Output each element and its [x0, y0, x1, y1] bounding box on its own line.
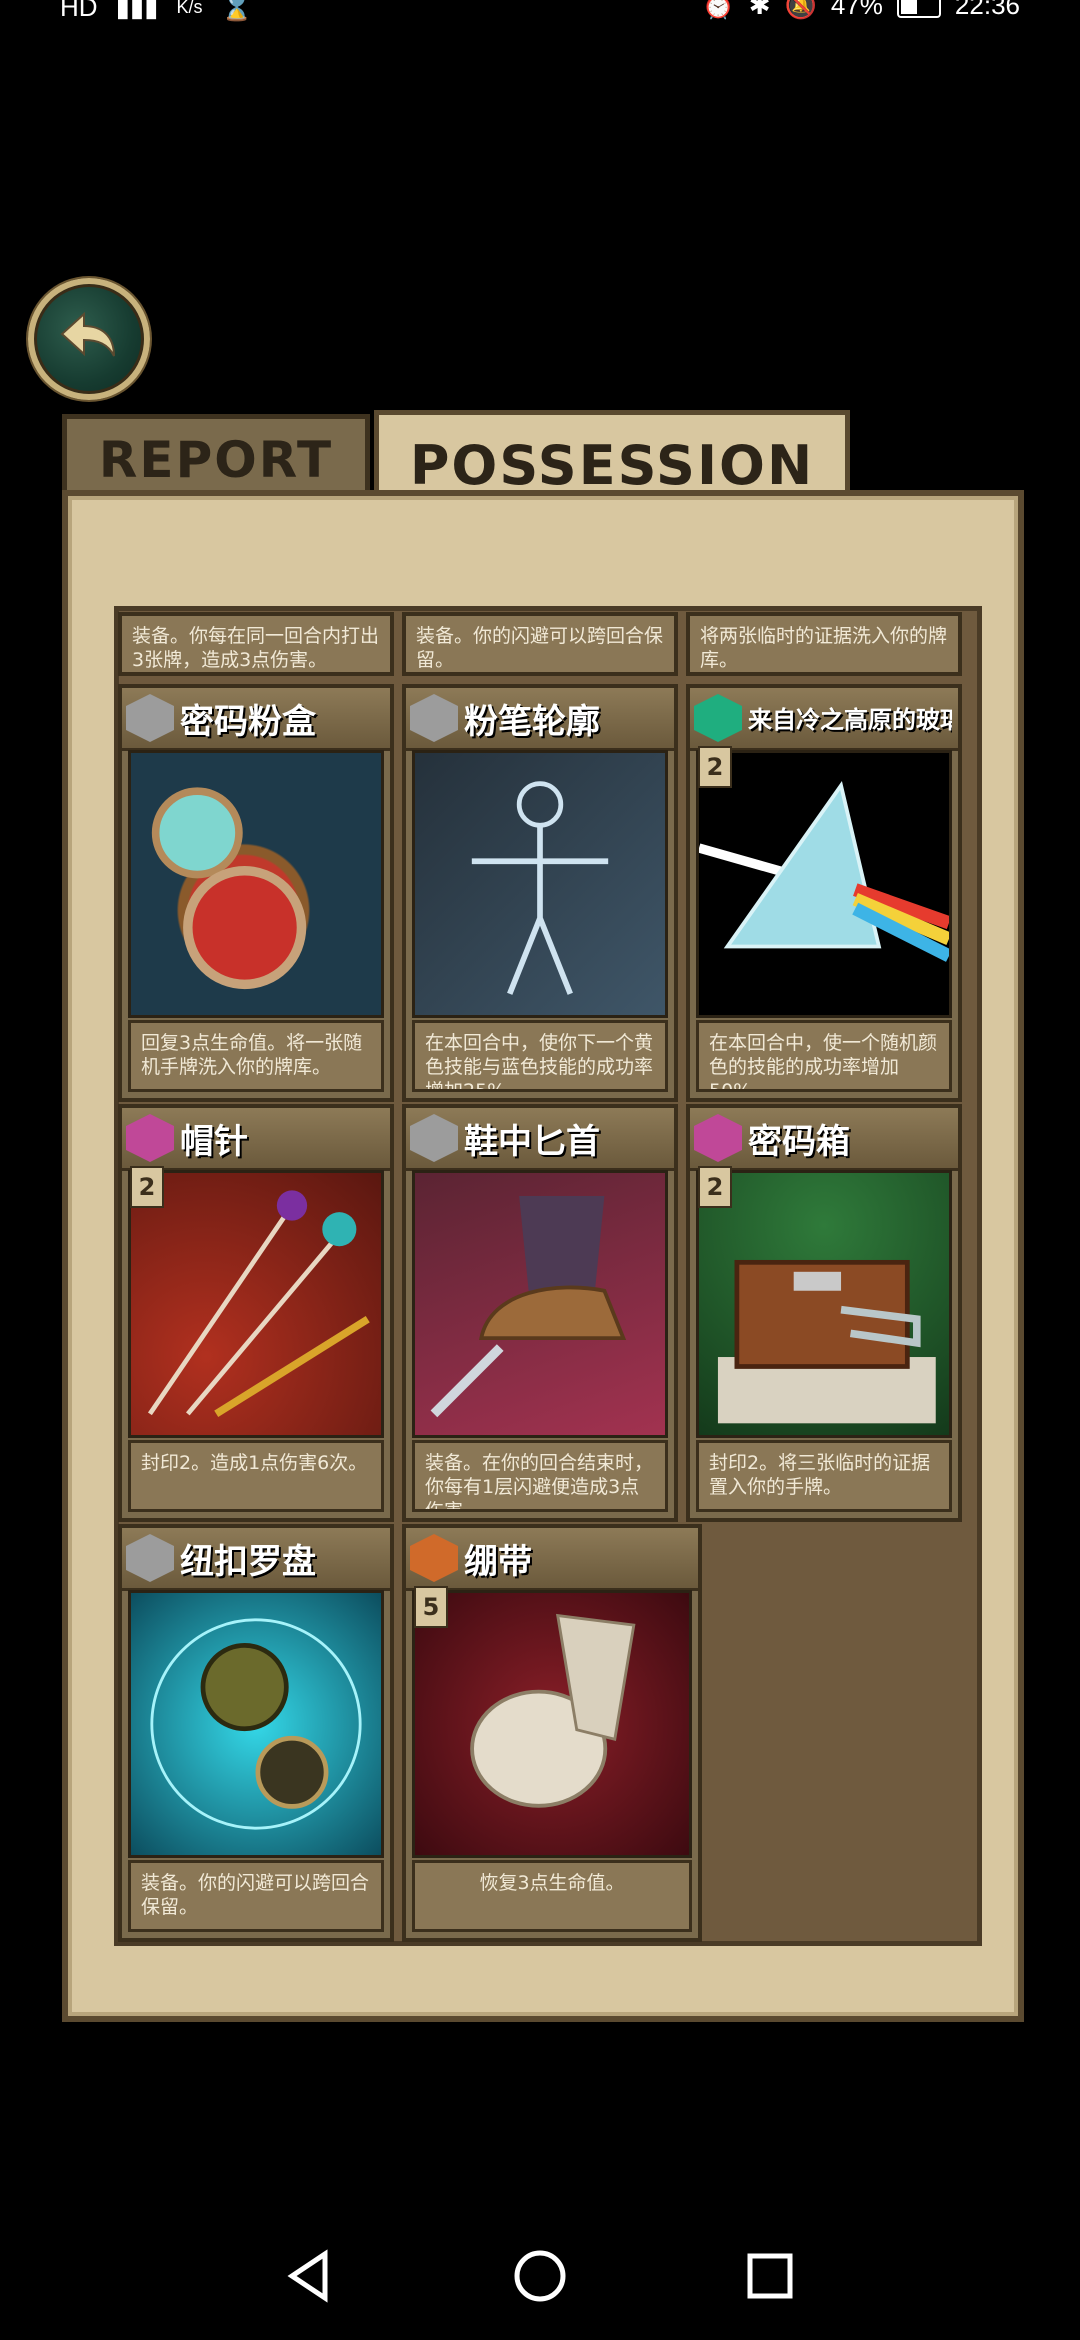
briefcase-icon: [717, 1259, 936, 1424]
card-niukou-luopan[interactable]: 纽扣罗盘 装备。你的闪避可以跨回合保留。: [118, 1524, 394, 1942]
card-title: 密码粉盒: [180, 702, 316, 742]
hat-pins-icon: [147, 1190, 370, 1418]
card-fenbi-lunkuo[interactable]: 粉笔轮廓 在本回合中，使你下一个黄色技能与蓝色技能的成功率增加25%。: [402, 684, 678, 1102]
card-desc: 回复3点生命值。将一张随机手牌洗入你的牌库。: [128, 1020, 384, 1092]
status-left: HD ▮▮▮ K/s ⌛: [60, 0, 253, 23]
chalk-outline-icon: [471, 781, 609, 995]
card-desc: 装备。在你的回合结束时，你每有1层闪避便造成3点伤害。: [412, 1440, 668, 1512]
battery-percent: 47%: [830, 0, 883, 20]
card-maozhen[interactable]: 2 帽针 封印2。造成1点伤害6次。: [118, 1104, 394, 1522]
chalk-outline-art: [412, 750, 668, 1018]
recents-nav-icon[interactable]: [740, 2246, 800, 2306]
prism-art: [696, 750, 952, 1018]
prism-icon: [699, 780, 949, 962]
network-speed: K/s: [176, 0, 203, 17]
back-arrow-icon: [60, 311, 115, 357]
clock: 22:36: [954, 0, 1020, 20]
signal-icon: ▮▮▮: [115, 0, 159, 22]
card-desc: 在本回合中，使一个随机颜色的技能的成功率增加50%。: [696, 1020, 952, 1092]
top-strip-2: 装备。你的闪避可以跨回合保留。: [402, 612, 678, 676]
card-title: 绷带: [464, 1542, 532, 1582]
card-desc: 装备。你的闪避可以跨回合保留。: [128, 1860, 384, 1932]
card-cost: 2: [698, 1166, 732, 1208]
card-title: 密码箱: [748, 1122, 850, 1162]
card-mima-fenhe[interactable]: 密码粉盒 回复3点生命值。将一张随机手牌洗入你的牌库。: [118, 684, 394, 1102]
back-nav-icon[interactable]: [280, 2246, 340, 2306]
hd-indicator: HD: [60, 0, 98, 22]
hat-pins-art: [128, 1170, 384, 1438]
card-desc: 封印2。将三张临时的证据置入你的手牌。: [696, 1440, 952, 1512]
compact-mirror-art: [128, 750, 384, 1018]
card-desc: 恢复3点生命值。: [412, 1860, 692, 1932]
button-compass-icon: [150, 1618, 362, 1830]
shoe-dagger-icon: [430, 1196, 627, 1418]
card-xiezhong-bishou[interactable]: 鞋中匕首 装备。在你的回合结束时，你每有1层闪避便造成3点伤害。: [402, 1104, 678, 1522]
card-cost: 5: [414, 1586, 448, 1628]
card-bengdai[interactable]: 5 绷带 恢复3点生命值。: [402, 1524, 702, 1942]
card-title: 来自冷之高原的玻璃: [748, 706, 952, 734]
compact-mirror-icon: [151, 787, 307, 990]
possession-panel: 装备。你每在同一回合内打出3张牌，造成3点伤害。 装备。你的闪避可以跨回合保留。…: [62, 490, 1024, 2022]
bandage-art: [412, 1590, 692, 1858]
bandage-icon: [470, 1613, 636, 1808]
home-nav-icon[interactable]: [510, 2246, 570, 2306]
mute-icon: 🔕: [784, 0, 817, 20]
card-cost: 2: [130, 1166, 164, 1208]
card-mimaxiang[interactable]: 2 密码箱 封印2。将三张临时的证据置入你的手牌。: [686, 1104, 962, 1522]
top-strip-3: 将两张临时的证据洗入你的牌库。: [686, 612, 962, 676]
card-title: 粉笔轮廓: [464, 702, 600, 742]
system-navbar: [0, 2220, 1080, 2340]
back-button[interactable]: [28, 278, 150, 400]
card-desc: 封印2。造成1点伤害6次。: [128, 1440, 384, 1512]
bluetooth-icon: ✱: [748, 0, 771, 20]
button-compass-art: [128, 1590, 384, 1858]
hourglass-icon: ⌛: [220, 0, 253, 22]
card-title: 帽针: [180, 1122, 248, 1162]
battery-icon: [896, 0, 941, 18]
briefcase-art: [696, 1170, 952, 1438]
card-leng-zhi-gaoyuan-boli[interactable]: 2 来自冷之高原的玻璃 在本回合中，使一个随机颜色的技能的成功率增加50%。: [686, 684, 962, 1102]
top-strip-1: 装备。你每在同一回合内打出3张牌，造成3点伤害。: [118, 612, 394, 676]
card-title: 纽扣罗盘: [180, 1542, 316, 1582]
card-cost: 2: [698, 746, 732, 788]
status-right: ⏰ ✱ 🔕 47% 22:36: [702, 0, 1020, 21]
alarm-icon: ⏰: [702, 0, 735, 20]
card-title: 鞋中匕首: [464, 1122, 600, 1162]
card-desc: 在本回合中，使你下一个黄色技能与蓝色技能的成功率增加25%。: [412, 1020, 668, 1092]
status-bar: HD ▮▮▮ K/s ⌛ ⏰ ✱ 🔕 47% 22:36: [0, 0, 1080, 30]
shoe-dagger-art: [412, 1170, 668, 1438]
